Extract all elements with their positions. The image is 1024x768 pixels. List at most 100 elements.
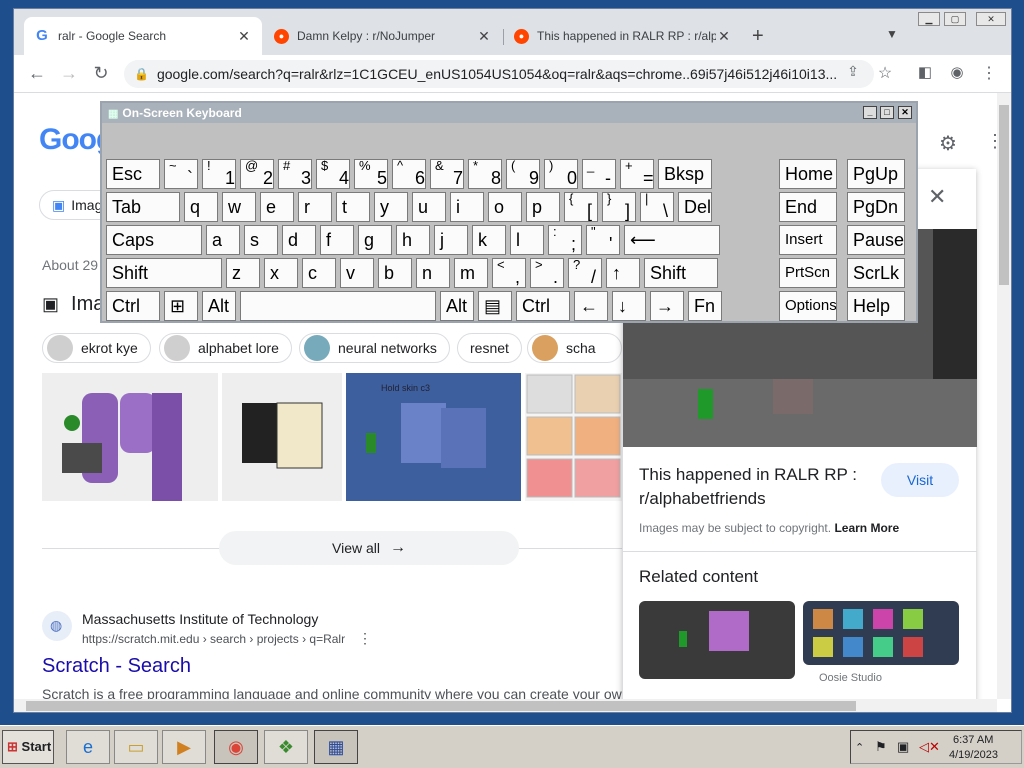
- key-ctrl[interactable]: Ctrl: [516, 291, 570, 321]
- chip-neural-networks[interactable]: neural networks: [299, 333, 450, 363]
- key-shift[interactable]: Shift: [644, 258, 718, 288]
- chrome-icon[interactable]: ◉: [214, 730, 258, 764]
- vertical-scrollbar[interactable]: [997, 93, 1011, 699]
- related-image-2[interactable]: [803, 601, 959, 665]
- key-scrlk[interactable]: ScrLk: [847, 258, 905, 288]
- key-v[interactable]: v: [340, 258, 374, 288]
- key-symbol[interactable]: $4: [316, 159, 350, 189]
- maximize-icon[interactable]: ▢: [944, 12, 966, 26]
- minimize-icon[interactable]: ▁: [918, 12, 940, 26]
- key-pause[interactable]: Pause: [847, 225, 905, 255]
- key-[interactable]: ↓: [612, 291, 646, 321]
- key-fn[interactable]: Fn: [688, 291, 722, 321]
- key-j[interactable]: j: [434, 225, 468, 255]
- key-o[interactable]: o: [488, 192, 522, 222]
- key-e[interactable]: e: [260, 192, 294, 222]
- key-symbol[interactable]: & 7: [430, 159, 464, 189]
- key-i[interactable]: i: [450, 192, 484, 222]
- reload-icon[interactable]: ↻: [90, 63, 112, 84]
- key-space[interactable]: [240, 291, 436, 321]
- related-image-1[interactable]: [639, 601, 795, 679]
- side-panel-icon[interactable]: ◧: [914, 63, 936, 81]
- close-icon[interactable]: ✕: [476, 28, 492, 45]
- key-alt[interactable]: Alt: [202, 291, 236, 321]
- settings-gear-icon[interactable]: ⚙: [939, 131, 957, 156]
- key-symbol[interactable]: :;: [548, 225, 582, 255]
- tab-alphabetfriends[interactable]: ● This happened in RALR RP : r/alphab ✕: [504, 17, 742, 55]
- start-button[interactable]: ⊞ Start: [2, 730, 54, 764]
- windows-orb-icon[interactable]: ❖: [264, 730, 308, 764]
- volume-muted-icon[interactable]: ◁✕: [919, 739, 940, 755]
- key-symbol[interactable]: * 8: [468, 159, 502, 189]
- key-[interactable]: ↑: [606, 258, 640, 288]
- url-text[interactable]: google.com/search?q=ralr&rlz=1C1GCEU_enU…: [157, 66, 847, 82]
- close-window-icon[interactable]: ✕: [976, 12, 1006, 26]
- image-result-comic-grid[interactable]: [525, 373, 622, 501]
- panel-title[interactable]: This happened in RALR RP : r/alphabetfri…: [639, 463, 869, 511]
- key-symbol[interactable]: }]: [602, 192, 636, 222]
- related-caption[interactable]: Oosie Studio: [819, 672, 882, 684]
- key-ctrl[interactable]: Ctrl: [106, 291, 160, 321]
- key-caps[interactable]: Caps: [106, 225, 202, 255]
- address-bar[interactable]: 🔒 google.com/search?q=ralr&rlz=1C1GCEU_e…: [124, 60, 874, 88]
- on-screen-keyboard-task-icon[interactable]: ▦: [314, 730, 358, 764]
- view-all-button[interactable]: View all →: [219, 531, 519, 565]
- new-tab-button[interactable]: +: [752, 25, 764, 48]
- result-url[interactable]: https://scratch.mit.edu › search › proje…: [82, 632, 345, 646]
- scroll-thumb[interactable]: [26, 701, 856, 711]
- back-arrow-icon[interactable]: ←: [26, 63, 48, 84]
- close-icon[interactable]: ✕: [716, 28, 732, 45]
- scroll-thumb[interactable]: [999, 105, 1009, 285]
- key-a[interactable]: a: [206, 225, 240, 255]
- close-icon[interactable]: ✕: [898, 106, 912, 119]
- key-m[interactable]: m: [454, 258, 488, 288]
- result-site-name[interactable]: Massachusetts Institute of Technology: [82, 611, 318, 627]
- key-z[interactable]: z: [226, 258, 260, 288]
- show-hidden-icons-icon[interactable]: ⌃: [855, 741, 864, 754]
- key-q[interactable]: q: [184, 192, 218, 222]
- key-symbol[interactable]: <,: [492, 258, 526, 288]
- key-pgdn[interactable]: PgDn: [847, 192, 905, 222]
- key-esc[interactable]: Esc: [106, 159, 160, 189]
- chip-resnet[interactable]: resnet: [457, 333, 522, 363]
- internet-explorer-icon[interactable]: e: [66, 730, 110, 764]
- forward-arrow-icon[interactable]: →: [58, 63, 80, 84]
- chip-ekrot-kye[interactable]: ekrot kye: [42, 333, 151, 363]
- key-symbol[interactable]: @2: [240, 159, 274, 189]
- image-result-roblox-e3[interactable]: Hold skin c3: [346, 373, 521, 501]
- key-symbol[interactable]: " ': [586, 225, 620, 255]
- key-p[interactable]: p: [526, 192, 560, 222]
- key-d[interactable]: d: [282, 225, 316, 255]
- key-pgup[interactable]: PgUp: [847, 159, 905, 189]
- bookmark-star-icon[interactable]: ☆: [874, 63, 896, 83]
- key-x[interactable]: x: [264, 258, 298, 288]
- image-result-letter-four[interactable]: [42, 373, 218, 501]
- key-l[interactable]: l: [510, 225, 544, 255]
- key-g[interactable]: g: [358, 225, 392, 255]
- key-symbol[interactable]: {[: [564, 192, 598, 222]
- key-symbol[interactable]: % 5: [354, 159, 388, 189]
- tab-nojumper[interactable]: ● Damn Kelpy : r/NoJumper ✕: [264, 17, 502, 55]
- key-symbol[interactable]: ) 0: [544, 159, 578, 189]
- media-player-icon[interactable]: ▶: [162, 730, 206, 764]
- key-[interactable]: ⊞: [164, 291, 198, 321]
- key-tab[interactable]: Tab: [106, 192, 180, 222]
- key-s[interactable]: s: [244, 225, 278, 255]
- key-[interactable]: ▤: [478, 291, 512, 321]
- clock-time[interactable]: 6:37 AM: [953, 734, 993, 746]
- visit-button[interactable]: Visit: [881, 463, 959, 497]
- key-u[interactable]: u: [412, 192, 446, 222]
- key-t[interactable]: t: [336, 192, 370, 222]
- horizontal-scrollbar[interactable]: [14, 699, 997, 712]
- key-symbol[interactable]: (9: [506, 159, 540, 189]
- key-end[interactable]: End: [779, 192, 837, 222]
- chip-scha[interactable]: scha: [527, 333, 622, 363]
- key-insert[interactable]: Insert: [779, 225, 837, 255]
- key-k[interactable]: k: [472, 225, 506, 255]
- key-symbol[interactable]: ^ 6: [392, 159, 426, 189]
- key-symbol[interactable]: ! 1: [202, 159, 236, 189]
- key-home[interactable]: Home: [779, 159, 837, 189]
- key-symbol[interactable]: >.: [530, 258, 564, 288]
- key-[interactable]: →: [650, 291, 684, 321]
- osk-title-bar[interactable]: ▦ On-Screen Keyboard _ □ ✕: [102, 103, 916, 123]
